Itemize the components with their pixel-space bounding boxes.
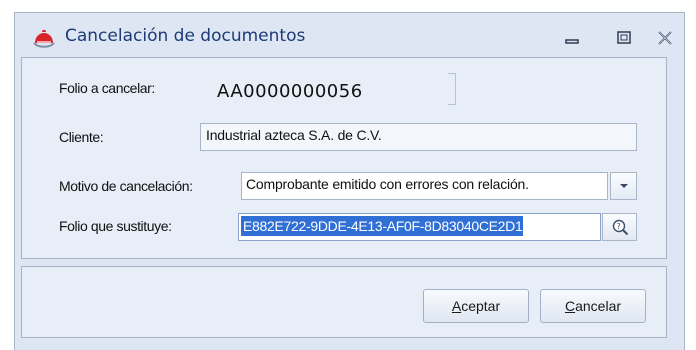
aceptar-accelerator: A — [451, 298, 462, 314]
cancelar-accelerator: C — [564, 298, 576, 314]
search-button[interactable]: ? — [602, 213, 637, 241]
cancelar-button[interactable]: Cancelar — [540, 289, 646, 323]
cliente-field: Industrial azteca S.A. de C.V. — [200, 123, 637, 151]
motivo-select[interactable]: Comprobante emitido con errores con rela… — [241, 172, 608, 200]
maximize-icon[interactable] — [613, 28, 635, 48]
window-title: Cancelación de documentos — [65, 26, 306, 46]
motivo-label: Motivo de cancelación: — [59, 178, 193, 194]
red-hat-icon — [33, 29, 55, 48]
chevron-down-icon — [620, 184, 628, 188]
cancelar-label: ancelar — [575, 298, 622, 314]
title-bar[interactable]: Cancelación de documentos — [15, 13, 684, 61]
aceptar-label: ceptar — [461, 298, 501, 314]
folio-field-edge — [448, 73, 456, 105]
folio-label: Folio a cancelar: — [59, 80, 155, 96]
aceptar-button[interactable]: Aceptar — [423, 289, 529, 323]
close-icon[interactable] — [654, 28, 676, 48]
search-icon: ? — [612, 219, 629, 236]
folio-value: AA0000000056 — [217, 81, 363, 102]
svg-text:?: ? — [617, 222, 621, 231]
motivo-dropdown-button[interactable] — [610, 172, 637, 200]
sustituye-input[interactable]: E882E722-9DDE-4E13-AF0F-8D83040CE2D1 — [238, 213, 601, 241]
sustituye-label: Folio que sustituye: — [59, 218, 172, 234]
sustituye-selected-text: E882E722-9DDE-4E13-AF0F-8D83040CE2D1 — [241, 216, 524, 236]
cliente-label: Cliente: — [59, 129, 104, 145]
minimize-icon[interactable] — [561, 28, 583, 48]
